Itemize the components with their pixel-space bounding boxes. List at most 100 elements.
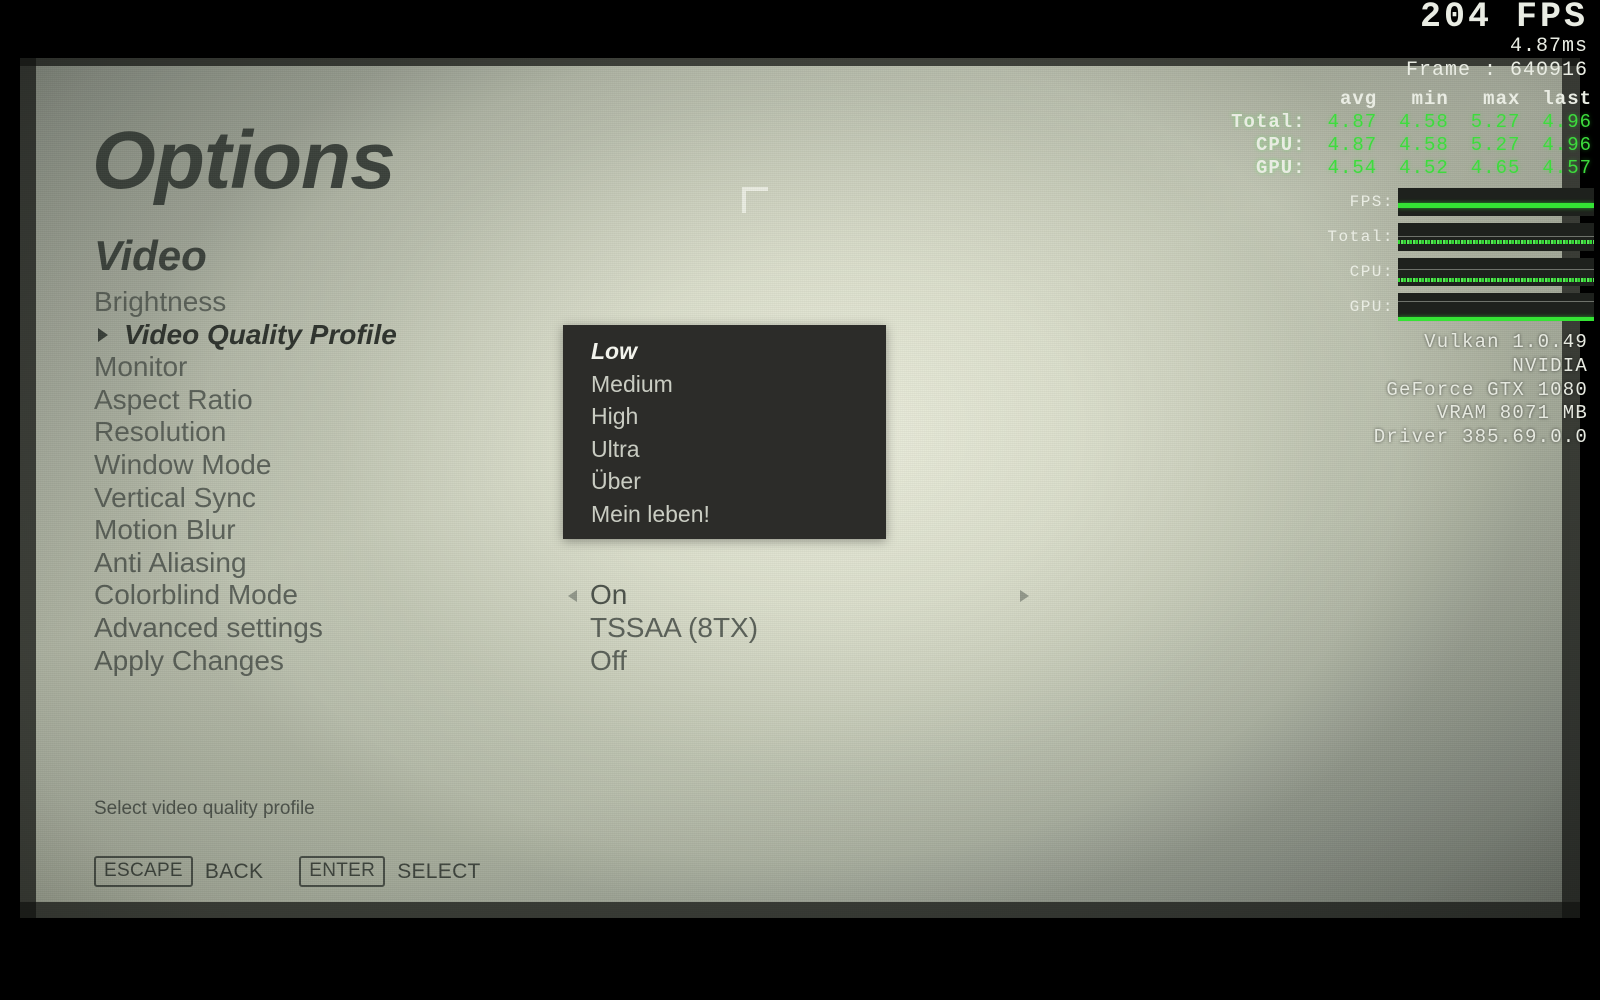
letterbox-left: [0, 0, 20, 1000]
perf-graph-label: GPU:: [1349, 298, 1394, 316]
option-row-window-mode[interactable]: Window Mode: [94, 449, 554, 482]
option-row-anti-aliasing[interactable]: Anti Aliasing: [94, 547, 554, 580]
selection-caret-icon: [98, 327, 108, 342]
key-prompt-bar: ESCAPE BACK ENTER SELECT: [94, 856, 505, 887]
dropdown-option-mein-leben[interactable]: Mein leben!: [563, 498, 886, 531]
perf-cell-max: 5.27: [1470, 134, 1521, 156]
page-title: Options: [92, 115, 396, 206]
perf-graph-trace: [1398, 202, 1594, 208]
system-info-block: Vulkan 1.0.49 NVIDIA GeForce GTX 1080 VRAM …: [1174, 331, 1594, 450]
perf-graph-trace: [1398, 277, 1594, 282]
perf-cell-label: CPU:: [1255, 134, 1306, 156]
perf-graph-plot: [1398, 223, 1594, 251]
perf-stats-table: avg min max last Total: 4.87 4.58 5.27 4.96 CPU:…: [1231, 88, 1594, 180]
perf-cell-avg: 4.87: [1327, 111, 1378, 133]
option-row-vertical-sync[interactable]: Vertical Sync: [94, 482, 554, 515]
perf-graph-baseline: [1398, 269, 1594, 271]
video-quality-profile-dropdown[interactable]: Low Medium High Ultra Über Mein leben!: [563, 325, 886, 539]
perf-col-avg: avg: [1339, 88, 1378, 110]
option-label: Brightness: [94, 286, 227, 317]
value-row-spacer: [568, 547, 1048, 580]
option-row-resolution[interactable]: Resolution: [94, 416, 554, 449]
dropdown-option-high[interactable]: High: [563, 400, 886, 433]
perf-col-min: min: [1411, 88, 1449, 110]
perf-graph-baseline: [1398, 301, 1594, 303]
perf-cell-last: 4.96: [1542, 134, 1592, 156]
perf-col-last: last: [1542, 88, 1592, 110]
perf-graph-label: FPS:: [1349, 193, 1394, 211]
system-info-line: VRAM 8071 MB: [1436, 402, 1588, 425]
letterbox-bottom: [0, 918, 1600, 1000]
perf-stats-row: GPU: 4.54 4.52 4.65 4.57: [1231, 157, 1594, 180]
perf-graph-baseline: [1398, 235, 1594, 237]
keycap-enter: ENTER: [299, 856, 386, 887]
option-row-advanced-settings[interactable]: Advanced settings: [94, 612, 554, 645]
value-text: TSSAA (8TX): [590, 611, 759, 643]
perf-graph-plot: [1398, 293, 1594, 321]
option-row-colorblind-mode[interactable]: Colorblind Mode: [94, 579, 554, 612]
option-row-aspect-ratio[interactable]: Aspect Ratio: [94, 384, 554, 417]
key-action-select: SELECT: [397, 859, 481, 883]
perf-cell-label: Total:: [1231, 111, 1306, 133]
perf-graph-plot: [1398, 188, 1594, 216]
system-info-line: NVIDIA: [1512, 354, 1588, 377]
perf-graph-label: CPU:: [1349, 263, 1394, 281]
section-title: Video: [94, 232, 207, 279]
option-label: Motion Blur: [94, 514, 236, 546]
option-label: Resolution: [94, 416, 227, 448]
value-text: Off: [590, 644, 627, 676]
option-label: Monitor: [94, 351, 188, 383]
perf-graph-list: FPS: Total: CPU: GPU:: [1174, 188, 1594, 321]
perf-cell-min: 4.52: [1399, 157, 1449, 179]
option-label: Vertical Sync: [94, 481, 256, 513]
option-label: Video Quality Profile: [124, 318, 397, 350]
frame-counter: Frame : 640916: [1405, 59, 1588, 82]
perf-col-blank: [1231, 88, 1307, 111]
perf-stats-header: avg min max last: [1231, 88, 1594, 111]
game-screen: Options Video Brightness Video Quality Pr…: [0, 0, 1600, 1000]
dropdown-option-ber[interactable]: Über: [563, 465, 886, 498]
perf-graph-label: Total:: [1327, 228, 1394, 246]
perf-graph-row: FPS:: [1174, 188, 1594, 216]
option-label: Apply Changes: [94, 644, 284, 676]
perf-cell-label: GPU:: [1255, 157, 1306, 179]
perf-graph-row: Total:: [1174, 223, 1594, 251]
value-row-2[interactable]: Off: [568, 645, 1048, 678]
perf-cell-max: 5.27: [1470, 111, 1521, 133]
perf-cell-min: 4.58: [1399, 111, 1449, 133]
options-label-list: Brightness Video Quality Profile Monitor As…: [94, 286, 554, 677]
value-text: On: [590, 579, 628, 611]
option-row-apply-changes[interactable]: Apply Changes: [94, 645, 554, 678]
perf-stats-row: Total: 4.87 4.58 5.27 4.96: [1231, 111, 1594, 134]
option-row-brightness[interactable]: Brightness: [94, 286, 554, 319]
perf-graph-row: GPU:: [1174, 293, 1594, 321]
dropdown-option-low[interactable]: Low: [563, 335, 886, 368]
perf-cell-min: 4.58: [1399, 134, 1449, 156]
option-row-monitor[interactable]: Monitor: [94, 351, 554, 384]
cursor-reticle-icon: [742, 187, 768, 213]
arrow-left-icon[interactable]: [568, 589, 577, 602]
system-info-line: GeForce GTX 1080: [1386, 378, 1588, 401]
option-row-motion-blur[interactable]: Motion Blur: [94, 514, 554, 547]
perf-graph-plot: [1398, 258, 1594, 286]
context-hint-text: Select video quality profile: [94, 798, 315, 819]
system-info-line: Vulkan 1.0.49: [1424, 331, 1588, 353]
perf-cell-max: 4.65: [1470, 157, 1521, 179]
option-label: Aspect Ratio: [94, 383, 253, 415]
perf-stats-row: CPU: 4.87 4.58 5.27 4.96: [1231, 134, 1594, 157]
perf-cell-last: 4.57: [1542, 157, 1592, 179]
arrow-right-icon[interactable]: [1020, 589, 1029, 602]
fps-readout: 204 FPS: [1419, 0, 1588, 37]
perf-col-max: max: [1483, 88, 1521, 110]
system-info-line: Driver 385.69.0.0: [1373, 426, 1588, 448]
dropdown-option-medium[interactable]: Medium: [563, 368, 886, 401]
option-label: Advanced settings: [94, 611, 323, 643]
option-label: Window Mode: [94, 448, 272, 480]
perf-graph-trace: [1398, 317, 1594, 321]
perf-graph-trace: [1398, 240, 1594, 245]
dropdown-option-ultra[interactable]: Ultra: [563, 433, 886, 466]
option-row-video-quality-profile[interactable]: Video Quality Profile: [94, 319, 554, 352]
value-row-1[interactable]: TSSAA (8TX): [568, 612, 1048, 645]
option-label: Anti Aliasing: [94, 546, 247, 578]
value-row-0[interactable]: On: [568, 579, 1048, 612]
